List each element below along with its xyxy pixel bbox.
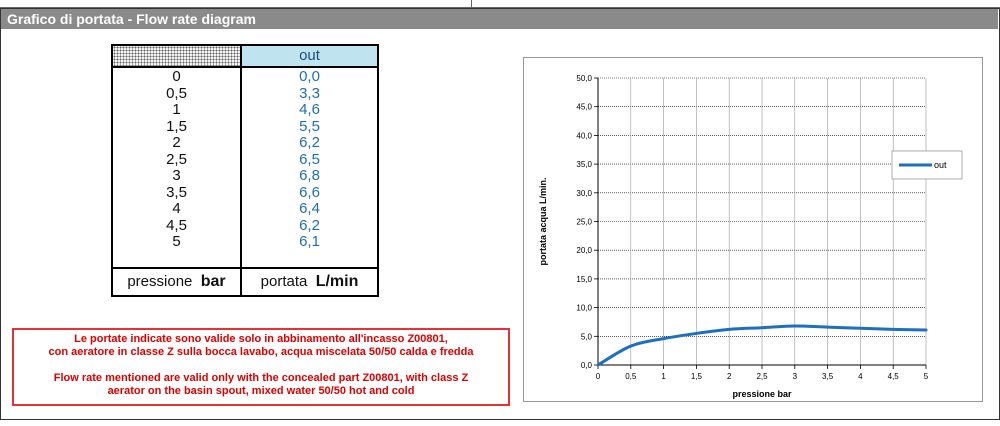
flow-value: 6,1 — [299, 233, 320, 250]
flow-label-text: portata — [260, 273, 308, 290]
section-header: Grafico di portata - Flow rate diagram — [1, 9, 998, 29]
flow-value: 6,2 — [299, 134, 320, 151]
y-tick-label: 15,0 — [576, 275, 592, 284]
x-axis-label: pressione bar — [732, 389, 792, 399]
pressure-unit: bar — [200, 273, 226, 290]
table-row: 1,5 5,5 — [113, 117, 377, 135]
table-row: 2 6,2 — [113, 135, 377, 151]
note-it-line1: Le portate indicate sono valide solo in … — [74, 333, 448, 345]
pressure-value: 0,5 — [166, 84, 187, 102]
flow-value: 6,4 — [299, 200, 320, 217]
y-tick-label: 25,0 — [576, 218, 592, 227]
pressure-value: 1,5 — [166, 117, 187, 135]
flow-value: 6,6 — [299, 183, 320, 201]
pressure-value: 1 — [172, 101, 181, 118]
legend-label: out — [934, 160, 947, 170]
y-tick-label: 50,0 — [576, 74, 592, 83]
pressure-value: 2,5 — [166, 150, 187, 168]
y-tick-label: 5,0 — [581, 332, 593, 341]
note-en-line1: Flow rate mentioned are valid only with … — [53, 372, 469, 384]
flow-table: out 0 0,0 0,5 3,3 1 4,6 1,5 5,5 2 6,2 2,5 6,5 3 6,8 3,… — [111, 44, 379, 297]
table-row: 0 0,0 — [113, 69, 377, 85]
x-tick-label: 3 — [793, 372, 798, 381]
flow-chart-frame: 0,0 5,0 10,0 15,0 20,0 25,0 30,0 35,0 40,0 45,0 50… — [523, 57, 983, 402]
x-tick-label: 1 — [661, 372, 666, 381]
x-tick-label: 5 — [924, 372, 929, 381]
pressure-value: 5 — [172, 233, 181, 250]
top-divider — [471, 0, 472, 8]
x-tick-label: 3,5 — [822, 372, 834, 381]
y-axis-label: portata acqua L/min. — [538, 177, 548, 265]
x-tick-label: 4 — [858, 372, 863, 381]
table-row: 4 6,4 — [113, 201, 377, 217]
flow-chart: 0,05,010,015,020,025,030,035,040,045,050… — [538, 74, 963, 399]
x-tick-label: 0,5 — [625, 372, 637, 381]
flow-value: 3,3 — [299, 84, 320, 102]
x-tick-label: 2 — [727, 372, 732, 381]
pressure-value: 3,5 — [166, 183, 187, 201]
y-tick-label: 35,0 — [576, 160, 592, 169]
x-tick-label: 4,5 — [888, 372, 900, 381]
table-row: 5 6,1 — [113, 234, 377, 250]
flow-value: 0,0 — [299, 68, 320, 85]
flow-value: 6,2 — [299, 216, 320, 234]
x-tick-label: 1,5 — [691, 372, 703, 381]
y-tick-label: 45,0 — [576, 103, 592, 112]
table-row: 2,5 6,5 — [113, 150, 377, 168]
y-tick-label: 10,0 — [576, 304, 592, 313]
x-tick-label: 0 — [596, 372, 601, 381]
pressure-value: 4,5 — [166, 216, 187, 234]
table-row: 3,5 6,6 — [113, 183, 377, 201]
y-tick-label: 0,0 — [581, 361, 593, 370]
flow-value: 4,6 — [299, 101, 320, 118]
y-tick-label: 30,0 — [576, 189, 592, 198]
flow-label: portata L/min — [242, 269, 377, 295]
y-tick-label: 20,0 — [576, 246, 592, 255]
validity-note: Le portate indicate sono valide solo in … — [12, 328, 510, 406]
table-row: 0,5 3,3 — [113, 84, 377, 102]
table-footer: pressione bar portata L/min — [113, 267, 377, 295]
table-row: 4,5 6,2 — [113, 216, 377, 234]
pressure-label: pressione bar — [113, 269, 242, 295]
y-tick-label: 40,0 — [576, 131, 592, 140]
pressure-value: 0 — [172, 68, 181, 85]
pressure-value: 3 — [172, 167, 181, 184]
note-en-line2: aerator on the basin spout, mixed water … — [107, 385, 415, 397]
note-it-line2: con aeratore in classe Z sulla bocca lav… — [48, 346, 474, 358]
table-row: 3 6,8 — [113, 168, 377, 184]
flow-value: 6,5 — [299, 150, 320, 168]
pressure-value: 2 — [172, 134, 181, 151]
out-column-header: out — [242, 46, 377, 68]
table-row: 1 4,6 — [113, 102, 377, 118]
x-tick-label: 2,5 — [756, 372, 768, 381]
flow-value: 5,5 — [299, 117, 320, 135]
flow-unit: L/min — [315, 273, 359, 290]
pressure-value: 4 — [172, 200, 181, 217]
flow-value: 6,8 — [299, 167, 320, 184]
pressure-label-text: pressione — [127, 273, 193, 290]
